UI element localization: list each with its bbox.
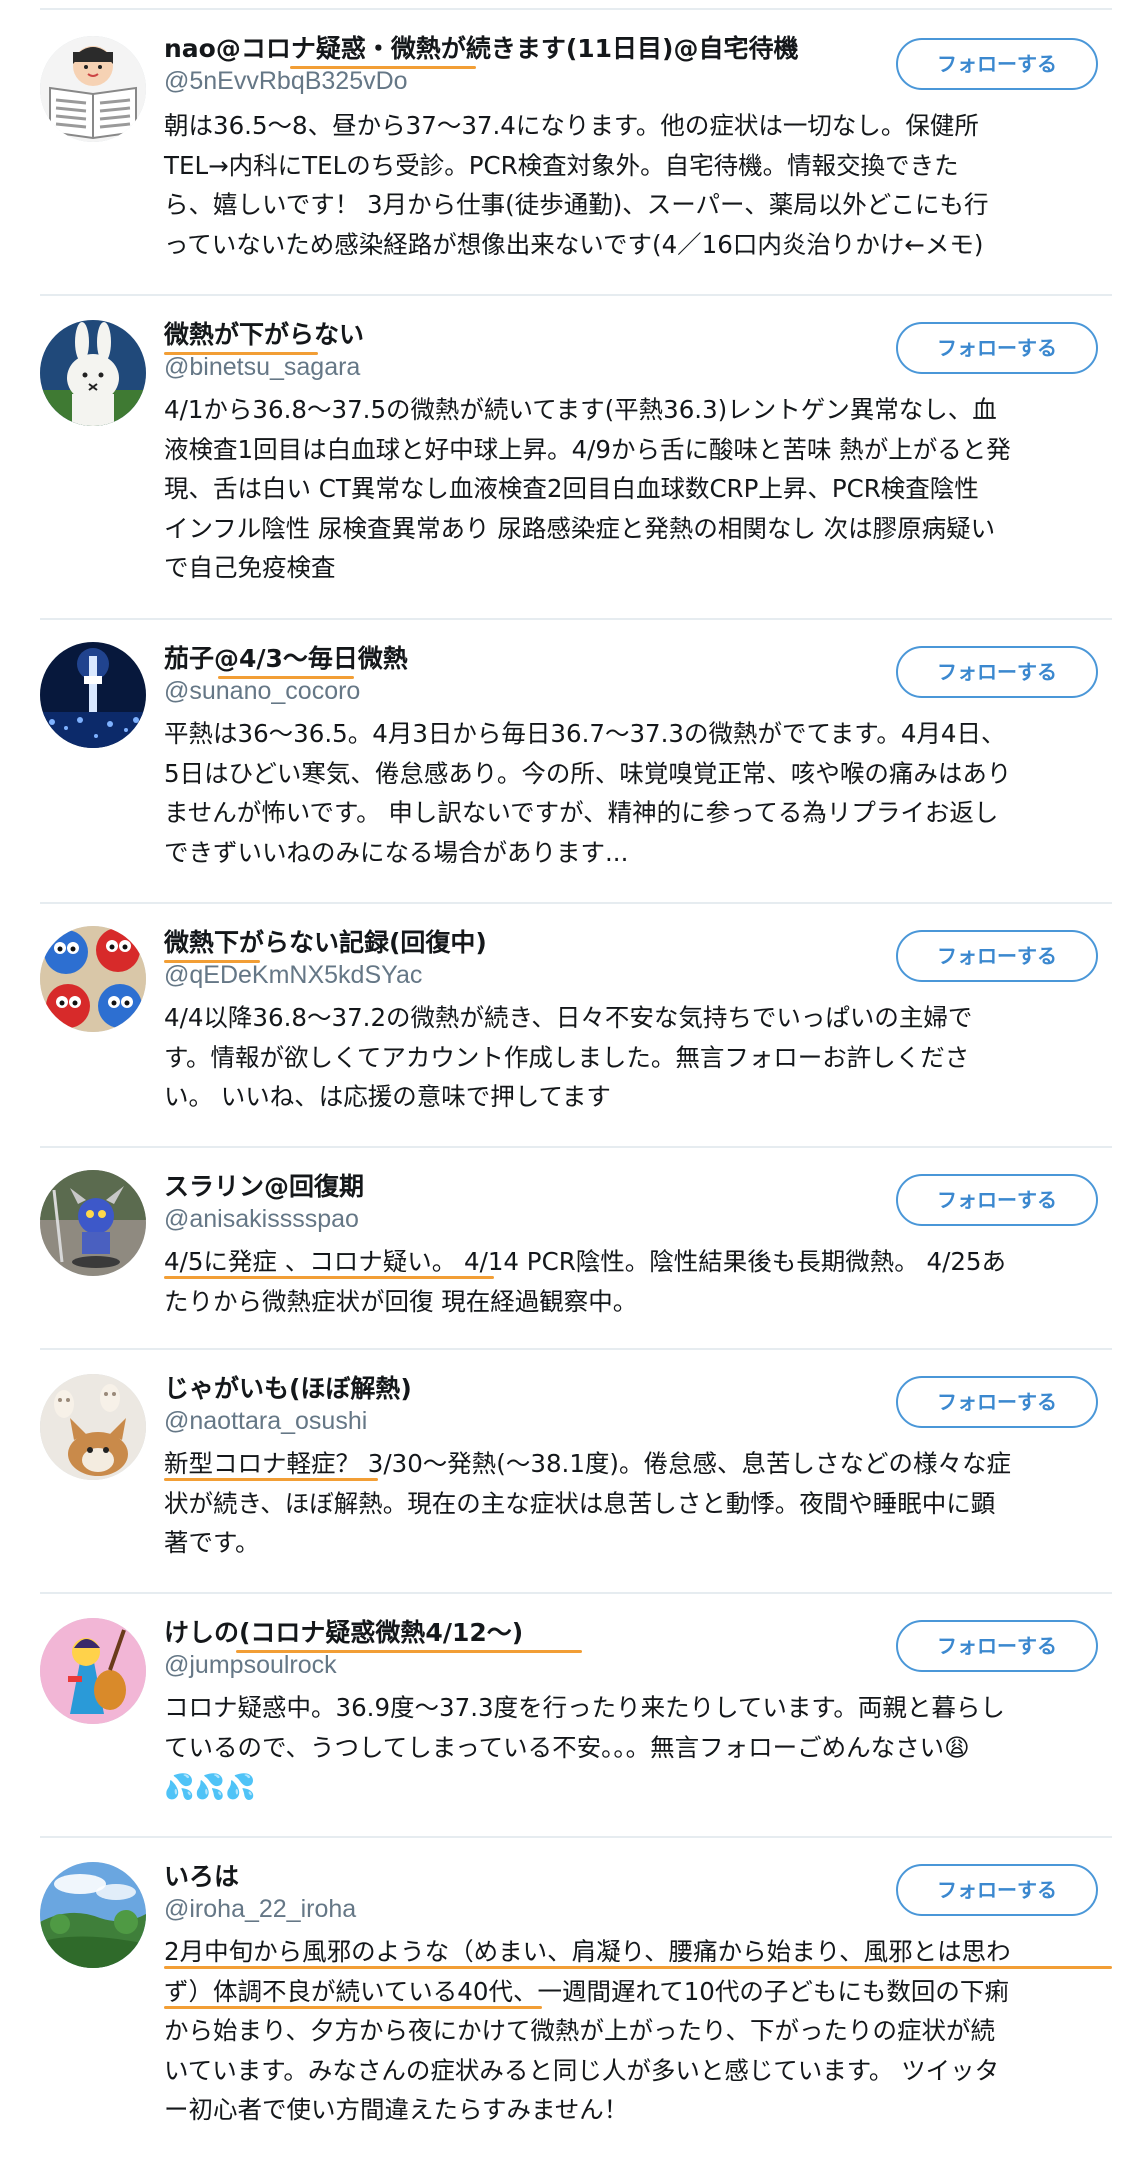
cartoon-musician-icon <box>40 1618 146 1724</box>
user-row[interactable]: スラリン@回復期 @anisakisssspao 4/5に発症 、コロナ疑い。 … <box>40 1148 1112 1350</box>
follow-suggestion-list: nao@コロナ疑惑・微熱が続きます(11日目)@自宅待機 @5nEvvRbqB3… <box>40 0 1112 2162</box>
user-handle[interactable]: @anisakisssspao <box>164 1203 359 1235</box>
dog-icon <box>40 1374 146 1480</box>
bio-line: いています。みなさんの症状みると同じ人が多いと感じています。 ツイッタ <box>164 2055 1000 2085</box>
highlight-underline <box>164 1966 1112 1969</box>
follow-button[interactable]: フォローする <box>896 930 1098 982</box>
user-row[interactable]: nao@コロナ疑惑・微熱が続きます(11日目)@自宅待機 @5nEvvRbqB3… <box>40 10 1112 296</box>
bio-line: ているので、うつしてしまっている不安。。。無言フォローごめんなさい😩 <box>164 1732 970 1762</box>
follow-button[interactable]: フォローする <box>896 38 1098 90</box>
user-name[interactable]: nao@コロナ疑惑・微熱が続きます(11日目)@自宅待機 <box>164 32 799 66</box>
highlight-underline <box>164 1478 378 1481</box>
highlight-underline <box>164 2006 542 2009</box>
user-bio: 平熱は36〜36.5。4月3日から毎日36.7〜37.3の微熱がでてます。4月4… <box>164 714 1112 872</box>
bio-line: ら、嬉しいです！ 3月から仕事(徒歩通勤)、スーパー、薬局以外どこにも行 <box>164 190 989 219</box>
bio-line: ませんが怖いです。 申し訳ないですが、精神的に参ってる為リプライお返し <box>164 798 999 827</box>
bio-line: 状が続き、ほぼ解熱。現在の主な症状は息苦しさと動悸。夜間や睡眠中に顕 <box>164 1488 996 1518</box>
user-handle[interactable]: @iroha_22_iroha <box>164 1893 356 1925</box>
bio-line: 4/1から36.8〜37.5の微熱が続いてます(平熱36.3)レントゲン異常なし… <box>164 395 997 424</box>
user-bio: 4/4以降36.8〜37.2の微熱が続き、日々不安な気持ちでいっぱいの主婦で す… <box>164 998 1112 1117</box>
follow-button[interactable]: フォローする <box>896 1376 1098 1428</box>
bio-line: 液検査1回目は白血球と好中球上昇。4/9から舌に酸味と苦味 熱が上がると発 <box>164 434 1011 464</box>
bio-line: い。 いいね、は応援の意味で押してます <box>164 1082 611 1111</box>
follow-button[interactable]: フォローする <box>896 1620 1098 1672</box>
user-row[interactable]: 微熱下がらない記録(回復中) @qEDeKmNX5kdSYac 4/4以降36.… <box>40 904 1112 1148</box>
user-name[interactable]: いろは <box>164 1860 239 1894</box>
avatar[interactable] <box>40 1170 146 1276</box>
user-name[interactable]: 茄子@4/3〜毎日微熱 <box>164 642 408 676</box>
avatar[interactable] <box>40 320 146 426</box>
bio-line: 朝は36.5〜8、昼から37〜37.4になります。他の症状は一切なし。保健所 <box>164 111 979 140</box>
bio-line: できずいいねのみになる場合があります... <box>164 837 629 867</box>
bio-line: 5日はひどい寒気、倦怠感あり。今の所、味覚嗅覚正常、咳や喉の痛みはあり <box>164 758 1012 788</box>
avatar[interactable] <box>40 642 146 748</box>
bio-line: 4/4以降36.8〜37.2の微熱が続き、日々不安な気持ちでいっぱいの主婦で <box>164 1003 973 1032</box>
bio-line: たりから微熱症状が回復 現在経過観察中。 <box>164 1286 638 1316</box>
white-rabbit-icon <box>40 320 146 426</box>
user-bio: 4/5に発症 、コロナ疑い。 4/14 PCR陰性。陰性結果後も長期微熱。 4/… <box>164 1242 1112 1321</box>
user-bio: 4/1から36.8〜37.5の微熱が続いてます(平熱36.3)レントゲン異常なし… <box>164 390 1112 588</box>
user-bio: コロナ疑惑中。36.9度〜37.3度を行ったり来たりしています。両親と暮らし て… <box>164 1688 1112 1807</box>
user-row[interactable]: 茄子@4/3〜毎日微熱 @sunano_cocoro 平熱は36〜36.5。4月… <box>40 620 1112 904</box>
user-handle[interactable]: @sunano_cocoro <box>164 675 360 707</box>
user-name[interactable]: 微熱下がらない記録(回復中) <box>164 926 487 960</box>
bio-line: す。情報が欲しくてアカウント作成しました。無言フォローお許しくださ <box>164 1042 970 1072</box>
bio-line: で自己免疫検査 <box>164 553 336 582</box>
user-handle[interactable]: @naottara_osushi <box>164 1405 367 1437</box>
cookies-icon <box>40 926 146 1032</box>
user-row[interactable]: いろは @iroha_22_iroha 2月中旬から風邪のような（めまい、肩凝り… <box>40 1838 1112 2162</box>
user-row[interactable]: 微熱が下がらない @binetsu_sagara 4/1から36.8〜37.5の… <box>40 296 1112 620</box>
bio-line: コロナ疑惑中。36.9度〜37.3度を行ったり来たりしています。両親と暮らし <box>164 1693 1005 1722</box>
bio-line: TEL→内科にTELのち受診。PCR検査対象外。自宅待機。情報交換できた <box>164 150 959 180</box>
user-name[interactable]: スラリン@回復期 <box>164 1170 364 1204</box>
bio-line: から始まり、夕方から夜にかけて微熱が上がったり、下がったりの症状が続 <box>164 2016 996 2045</box>
user-handle[interactable]: @binetsu_sagara <box>164 351 360 383</box>
follow-button[interactable]: フォローする <box>896 1174 1098 1226</box>
landscape-icon <box>40 1862 146 1968</box>
avatar[interactable] <box>40 1862 146 1968</box>
user-handle[interactable]: @jumpsoulrock <box>164 1649 337 1681</box>
avatar[interactable] <box>40 36 146 142</box>
night-tower-icon <box>40 642 146 748</box>
user-name[interactable]: けしの(コロナ疑惑微熱4/12〜) <box>164 1616 523 1650</box>
user-bio: 2月中旬から風邪のような（めまい、肩凝り、腰痛から始まり、風邪とは思わ ず）体調… <box>164 1932 1112 2130</box>
user-handle[interactable]: @5nEvvRbqB325vDo <box>164 65 408 97</box>
bio-line: 💦💦💦 <box>164 1772 256 1801</box>
newspaper-reader-icon <box>40 36 146 142</box>
follow-button[interactable]: フォローする <box>896 646 1098 698</box>
user-name[interactable]: 微熱が下がらない <box>164 318 364 352</box>
follow-button[interactable]: フォローする <box>896 322 1098 374</box>
bio-line: 現、舌は白い CT異常なし血液検査2回目白血球数CRP上昇、PCR検査陰性 <box>164 474 979 503</box>
bio-line: っていないため感染経路が想像出来ないです(4／16口内炎治りかけ←メモ) <box>164 229 984 259</box>
user-row[interactable]: じゃがいも(ほぼ解熱) @naottara_osushi 新型コロナ軽症？ 3/… <box>40 1350 1112 1594</box>
knight-figure-icon <box>40 1170 146 1276</box>
user-bio: 朝は36.5〜8、昼から37〜37.4になります。他の症状は一切なし。保健所 T… <box>164 106 1112 264</box>
user-bio: 新型コロナ軽症？ 3/30〜発熱(〜38.1度)。倦怠感、息苦しさなどの様々な症… <box>164 1444 1112 1563</box>
bio-line: 平熱は36〜36.5。4月3日から毎日36.7〜37.3の微熱がでてます。4月4… <box>164 719 1006 748</box>
user-row[interactable]: けしの(コロナ疑惑微熱4/12〜) @jumpsoulrock コロナ疑惑中。3… <box>40 1594 1112 1838</box>
user-handle[interactable]: @qEDeKmNX5kdSYac <box>164 959 422 991</box>
bio-line: 著です。 <box>164 1528 260 1557</box>
user-name[interactable]: じゃがいも(ほぼ解熱) <box>164 1372 412 1406</box>
follow-button[interactable]: フォローする <box>896 1864 1098 1916</box>
avatar[interactable] <box>40 1618 146 1724</box>
bio-line: インフル陰性 尿検査異常あり 尿路感染症と発熱の相関なし 次は膠原病疑い <box>164 513 996 543</box>
avatar[interactable] <box>40 1374 146 1480</box>
highlight-underline <box>164 1276 494 1279</box>
bio-line: ー初心者で使い方間違えたらすみません！ <box>164 2095 629 2124</box>
avatar[interactable] <box>40 926 146 1032</box>
